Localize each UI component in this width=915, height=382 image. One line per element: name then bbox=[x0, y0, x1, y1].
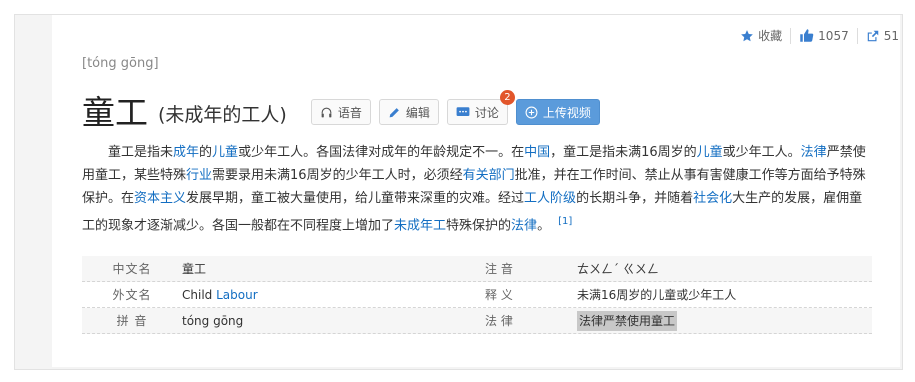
summary-paragraph: 童工是指未成年的儿童或少年工人。各国法律对成年的年龄规定不一。在中国，童工是指未… bbox=[82, 141, 870, 237]
text: 的 bbox=[199, 145, 213, 160]
title-row: 童工 (未成年的工人) 语音 编辑 讨论 2 上传视频 bbox=[82, 86, 600, 134]
link-authorities[interactable]: 有关部门 bbox=[463, 168, 515, 183]
link-children[interactable]: 儿童 bbox=[212, 145, 238, 160]
text: 需要录用未满16周岁的少年工人时，必须经 bbox=[212, 168, 463, 183]
text: 或少年工人。 bbox=[722, 145, 801, 160]
action-buttons: 语音 编辑 讨论 2 上传视频 bbox=[310, 90, 600, 125]
link-law-2[interactable]: 法律 bbox=[511, 218, 537, 233]
law-value-cell: 法律严禁使用童工 bbox=[577, 311, 872, 331]
share-button[interactable]: 51 bbox=[866, 29, 899, 43]
headphones-icon bbox=[321, 107, 332, 117]
link-capitalism[interactable]: 资本主义 bbox=[134, 191, 186, 206]
meaning-label: 释 义 bbox=[485, 288, 513, 302]
text: 或少年工人。各国法律对成年的年龄规定不一。在 bbox=[238, 145, 525, 160]
text: ，童工是指未满16周岁的 bbox=[550, 145, 697, 160]
voice-label: 语音 bbox=[337, 105, 362, 120]
link-adulthood[interactable]: 成年 bbox=[173, 145, 199, 160]
meaning-value: 未满16周岁的儿童或少年工人 bbox=[577, 288, 737, 302]
thumbs-up-icon bbox=[800, 29, 814, 42]
pencil-icon bbox=[389, 107, 399, 117]
edit-label: 编辑 bbox=[405, 105, 430, 120]
text: 发展早期，童工被大量使用，给儿童带来深重的灾难。经过 bbox=[186, 191, 525, 206]
law-label: 法 律 bbox=[485, 314, 513, 328]
link-juvenile-workers[interactable]: 未成年工 bbox=[394, 218, 446, 233]
edit-button[interactable]: 编辑 bbox=[378, 99, 439, 125]
upload-video-button[interactable]: 上传视频 bbox=[515, 99, 600, 125]
plus-circle-icon bbox=[525, 106, 538, 118]
upload-video-label: 上传视频 bbox=[542, 105, 591, 120]
chat-icon bbox=[456, 106, 470, 116]
favorite-button[interactable]: 收藏 bbox=[740, 27, 782, 44]
foreign-name-label: 外文名 bbox=[112, 288, 152, 302]
foreign-name-value: Child Labour bbox=[182, 288, 477, 302]
page-subtitle: (未成年的工人) bbox=[158, 103, 287, 126]
zhuyin-label: 注 音 bbox=[485, 262, 513, 276]
info-row: 拼 音 tóng gōng 法 律 法律严禁使用童工 bbox=[82, 308, 872, 334]
divider bbox=[790, 27, 792, 44]
chinese-name-value: 童工 bbox=[182, 262, 207, 276]
text: 。 bbox=[537, 218, 551, 234]
foreign-name-text: Child bbox=[182, 287, 217, 302]
discuss-button[interactable]: 讨论 2 bbox=[446, 90, 515, 125]
law-value: 法律严禁使用童工 bbox=[577, 311, 678, 331]
info-row: 外文名 Child Labour 释 义 未满16周岁的儿童或少年工人 bbox=[82, 282, 872, 308]
pinyin-value: tóng gōng bbox=[182, 313, 244, 328]
link-law[interactable]: 法律 bbox=[801, 145, 827, 160]
divider bbox=[856, 27, 858, 44]
reference-link[interactable]: [1] bbox=[558, 216, 572, 227]
like-count: 1057 bbox=[818, 28, 849, 43]
entry-pinyin: [tóng gōng] bbox=[82, 56, 159, 71]
link-labour[interactable]: Labour bbox=[216, 288, 258, 302]
share-count: 51 bbox=[883, 28, 899, 43]
like-button[interactable]: 1057 bbox=[799, 28, 849, 43]
text: 特殊保护的 bbox=[446, 218, 512, 234]
info-row: 中文名 童工 注 音 ㄊㄨㄥˊ ㄍㄨㄥ bbox=[82, 256, 872, 282]
pinyin-label: 拼 音 bbox=[116, 314, 148, 328]
star-icon bbox=[741, 29, 753, 41]
toolbar: 收藏 1057 51 bbox=[740, 27, 899, 44]
text: 童工是指未 bbox=[108, 145, 174, 160]
voice-button[interactable]: 语音 bbox=[310, 99, 371, 125]
link-socialization[interactable]: 社会化 bbox=[693, 191, 732, 206]
share-icon bbox=[867, 30, 878, 41]
link-working-class[interactable]: 工人阶级 bbox=[524, 191, 576, 206]
link-industry[interactable]: 行业 bbox=[186, 168, 212, 183]
discuss-label: 讨论 bbox=[474, 105, 499, 120]
zhuyin-value: ㄊㄨㄥˊ ㄍㄨㄥ bbox=[577, 262, 659, 276]
basic-info-table: 中文名 童工 注 音 ㄊㄨㄥˊ ㄍㄨㄥ 外文名 Child Labour 释 义… bbox=[82, 256, 872, 334]
page-title: 童工 bbox=[82, 93, 148, 132]
link-china[interactable]: 中国 bbox=[524, 145, 550, 160]
text: 的长期斗争，并随着 bbox=[576, 191, 694, 206]
link-children-2[interactable]: 儿童 bbox=[697, 145, 723, 160]
favorite-label: 收藏 bbox=[758, 29, 783, 43]
chinese-name-label: 中文名 bbox=[112, 262, 152, 276]
discuss-count-badge: 2 bbox=[499, 90, 515, 105]
